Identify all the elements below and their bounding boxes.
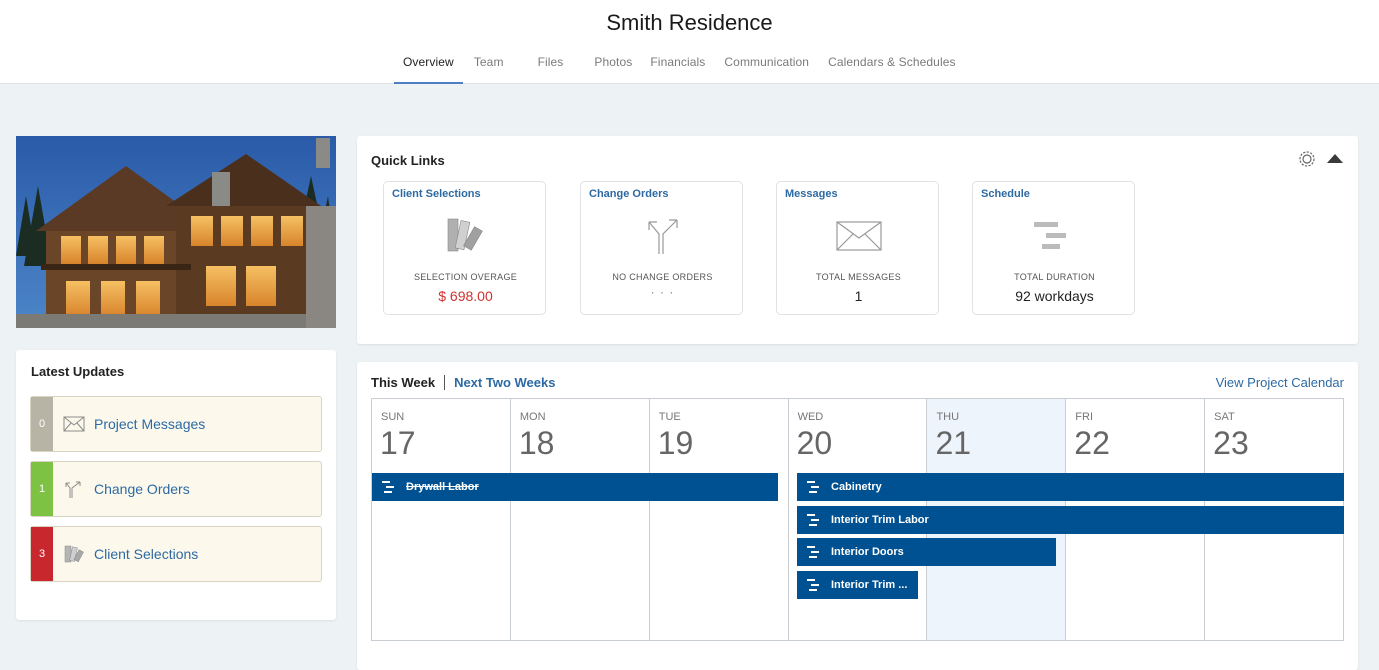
tab-communication[interactable]: Communication	[715, 52, 818, 84]
quicklink-name: Messages	[785, 188, 838, 200]
gantt-icon	[382, 481, 396, 493]
tab-financials[interactable]: Financials	[641, 52, 714, 84]
envelope-icon	[777, 216, 940, 256]
view-project-calendar-link[interactable]: View Project Calendar	[1216, 375, 1344, 390]
project-header: Smith Residence Overview Team Files Phot…	[0, 0, 1379, 84]
change-orders-value: · · ·	[650, 285, 675, 299]
calendar-panel: This Week Next Two Weeks View Project Ca…	[357, 362, 1358, 670]
gantt-icon	[807, 579, 821, 591]
tab-calendars-schedules[interactable]: Calendars & Schedules	[819, 52, 965, 84]
latest-updates-title: Latest Updates	[31, 364, 125, 379]
update-label: Client Selections	[94, 546, 199, 562]
day-number: 17	[380, 425, 416, 461]
day-number: 21	[935, 425, 972, 461]
update-label: Change Orders	[94, 481, 190, 497]
envelope-icon	[63, 414, 87, 434]
update-client-selections[interactable]: 3 Client Selections	[30, 526, 322, 582]
gantt-icon	[807, 546, 821, 558]
quicklink-sub: NO CHANGE ORDERS	[612, 272, 713, 282]
schedule-event-interior-trim[interactable]: Interior Trim ...	[797, 571, 918, 599]
collapse-icon[interactable]	[1327, 154, 1343, 163]
swatch-icon	[63, 544, 87, 564]
tab-team[interactable]: Team	[465, 52, 513, 84]
gantt-icon	[807, 481, 821, 493]
quicklink-sub: TOTAL MESSAGES	[815, 272, 902, 282]
page-title: Smith Residence	[606, 10, 773, 35]
day-of-week: WED	[797, 411, 824, 423]
day-of-week: SAT	[1214, 411, 1235, 423]
project-tabs: Overview Team Files Photos Financials Co…	[394, 52, 966, 84]
event-label: Drywall Labor	[406, 481, 479, 493]
gantt-icon	[973, 216, 1136, 256]
schedule-event-cabinetry[interactable]: Cabinetry	[797, 473, 1344, 501]
quicklink-client-selections[interactable]: Client Selections SELECTION OVERAGE $ 69…	[383, 181, 546, 315]
gantt-icon	[807, 514, 821, 526]
update-change-orders[interactable]: 1 Change Orders	[30, 461, 322, 517]
calendar-range-tabs: This Week Next Two Weeks	[371, 375, 555, 390]
quicklink-schedule[interactable]: Schedule TOTAL DURATION 92 workdays	[972, 181, 1135, 315]
quicklink-name: Change Orders	[589, 188, 669, 200]
tab-next-two-weeks[interactable]: Next Two Weeks	[445, 375, 555, 390]
event-label: Interior Trim Labor	[831, 514, 929, 526]
tab-overview[interactable]: Overview	[394, 52, 463, 84]
tab-this-week[interactable]: This Week	[371, 375, 446, 390]
quick-links-title: Quick Links	[371, 153, 445, 168]
house-photo-illustration	[16, 136, 336, 328]
day-of-week: TUE	[658, 411, 681, 423]
update-count-badge: 1	[31, 462, 53, 516]
schedule-event-drywall-labor[interactable]: Drywall Labor	[372, 473, 778, 501]
day-column[interactable]: SUN 17	[372, 399, 511, 640]
quicklink-sub: SELECTION OVERAGE	[413, 272, 518, 282]
day-column[interactable]: TUE 19	[650, 399, 789, 640]
event-label: Cabinetry	[831, 481, 882, 493]
schedule-event-interior-trim-labor[interactable]: Interior Trim Labor	[797, 506, 1344, 534]
gear-icon[interactable]	[1298, 150, 1316, 168]
quicklink-messages[interactable]: Messages TOTAL MESSAGES 1	[776, 181, 939, 315]
update-label: Project Messages	[94, 416, 206, 432]
day-of-week: THU	[936, 411, 960, 423]
total-duration-value: 92 workdays	[1015, 288, 1094, 304]
day-number: 19	[657, 425, 694, 461]
day-of-week: SUN	[381, 411, 405, 423]
day-column[interactable]: MON 18	[511, 399, 650, 640]
swatch-icon	[384, 216, 547, 256]
day-number: 22	[1074, 425, 1110, 461]
selection-overage-value: $ 698.00	[438, 288, 493, 304]
day-number: 18	[518, 425, 555, 461]
tab-photos[interactable]: Photos	[585, 52, 641, 84]
day-number: 20	[796, 425, 833, 461]
quicklink-change-orders[interactable]: Change Orders NO CHANGE ORDERS · · ·	[580, 181, 743, 315]
event-label: Interior Doors	[831, 546, 904, 558]
change-order-arrows-icon	[63, 479, 87, 499]
day-number: 23	[1213, 425, 1249, 461]
quicklink-sub: TOTAL DURATION	[1014, 272, 1095, 282]
project-photo	[16, 136, 336, 328]
event-label: Interior Trim ...	[831, 579, 908, 591]
change-order-arrows-icon	[581, 216, 744, 256]
quicklink-name: Client Selections	[392, 188, 481, 200]
quicklink-name: Schedule	[981, 188, 1030, 200]
tab-files[interactable]: Files	[529, 52, 573, 84]
day-of-week: FRI	[1075, 411, 1094, 423]
latest-updates-panel: Latest Updates 0 Project Messages 1 Chan…	[16, 350, 336, 620]
update-project-messages[interactable]: 0 Project Messages	[30, 396, 322, 452]
update-count-badge: 0	[31, 397, 53, 451]
schedule-event-interior-doors[interactable]: Interior Doors	[797, 538, 1056, 566]
day-of-week: MON	[519, 411, 546, 423]
update-count-badge: 3	[31, 527, 53, 581]
quick-links-panel: Quick Links Client Selections SELECTION …	[357, 136, 1358, 344]
total-messages-value: 1	[854, 288, 863, 304]
